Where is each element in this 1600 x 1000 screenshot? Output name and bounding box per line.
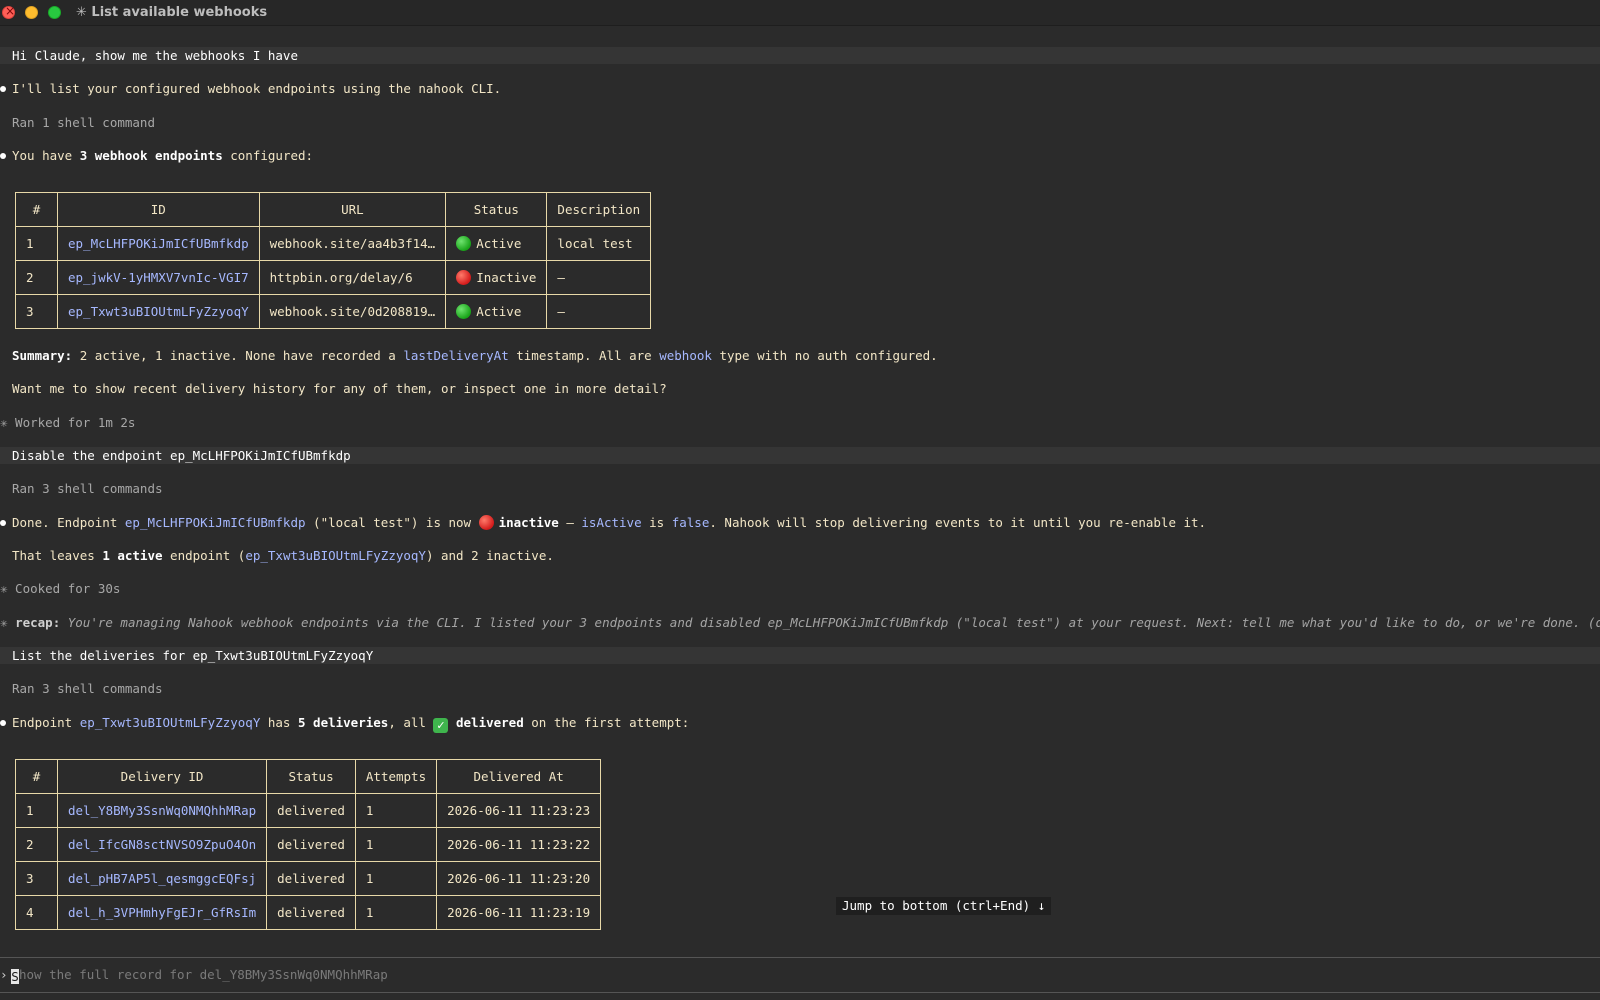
prompt-chevron-icon: › xyxy=(0,967,8,982)
cell-index: 2 xyxy=(15,260,58,295)
endpoints-table: # ID URL Status Description 1 ep_McLHFPO… xyxy=(15,192,652,329)
cell-attempts: 1 xyxy=(354,895,438,930)
cell-delivery-id: del_h_3VPHmhyFgEJr_GfRsIm xyxy=(56,895,268,930)
cell-status: Active xyxy=(445,294,548,329)
conversation-scroll-area[interactable]: Hi Claude, show me the webhooks I have I… xyxy=(0,26,1600,932)
cell-index: 1 xyxy=(15,226,58,261)
cell-attempts: 1 xyxy=(354,793,438,828)
bullet-icon xyxy=(0,520,6,526)
cell-delivered-at: 2026-06-11 11:23:23 xyxy=(436,793,602,828)
cooked-duration: ✳ Cooked for 30s xyxy=(0,581,121,596)
table-row: 1 del_Y8BMy3SsnWq0NMQhhMRap delivered 1 … xyxy=(15,793,602,828)
red-circle-icon xyxy=(456,270,472,285)
user-message: Disable the endpoint ep_McLHFPOKiJmICfUB… xyxy=(12,448,351,463)
bullet-icon xyxy=(0,720,6,726)
check-mark-icon: ✓ xyxy=(433,718,449,733)
cell-index: 1 xyxy=(15,793,58,828)
cell-attempts: 1 xyxy=(354,827,438,862)
title-bar: ✳ List available webhooks xyxy=(0,0,1600,26)
cell-index: 3 xyxy=(15,294,58,329)
column-header: Delivered At xyxy=(436,759,602,794)
column-header: Status xyxy=(445,192,548,227)
assistant-message: That leaves 1 active endpoint (ep_Txwt3u… xyxy=(12,548,554,563)
cell-endpoint-id: ep_McLHFPOKiJmICfUBmfkdp xyxy=(57,226,260,261)
tool-call-summary[interactable]: Ran 3 shell commands xyxy=(12,480,163,497)
cell-status: Active xyxy=(445,226,548,261)
cell-status: Inactive xyxy=(445,260,548,295)
cell-delivery-id: del_Y8BMy3SsnWq0NMQhhMRap xyxy=(56,793,268,828)
summary-text: Summary: 2 active, 1 inactive. None have… xyxy=(12,348,938,363)
cell-index: 3 xyxy=(15,861,58,896)
table-row: 2 del_IfcGN8sctNVSO9ZpuO4On delivered 1 … xyxy=(15,827,602,862)
column-header: Attempts xyxy=(354,759,438,794)
green-circle-icon xyxy=(456,304,472,319)
column-header: URL xyxy=(258,192,447,227)
message-input[interactable]: how the full record for del_Y8BMy3SsnWq0… xyxy=(19,967,388,982)
cell-index: 2 xyxy=(15,827,58,862)
jump-to-bottom-button[interactable]: Jump to bottom (ctrl+End) ↓ xyxy=(836,897,1052,915)
red-circle-icon xyxy=(478,515,494,530)
minimize-window-button[interactable] xyxy=(25,6,38,19)
table-row: 3 del_pHB7AP5l_qesmggcEQFsj delivered 1 … xyxy=(15,861,602,896)
window-title: ✳ List available webhooks xyxy=(76,5,268,20)
cell-status: delivered xyxy=(266,895,356,930)
message-input-area[interactable]: › S how the full record for del_Y8BMy3Ss… xyxy=(0,957,1600,993)
cell-description: local test xyxy=(546,226,652,261)
cell-url: webhook.site/0d208819… xyxy=(258,294,447,329)
table-row: 4 del_h_3VPHmhyFgEJr_GfRsIm delivered 1 … xyxy=(15,895,602,930)
column-header: # xyxy=(15,759,58,794)
cell-delivery-id: del_IfcGN8sctNVSO9ZpuO4On xyxy=(56,827,268,862)
text-cursor: S xyxy=(11,969,19,984)
tool-call-summary[interactable]: Ran 1 shell command xyxy=(12,114,155,131)
user-message: Hi Claude, show me the webhooks I have xyxy=(12,48,298,63)
green-circle-icon xyxy=(456,236,472,251)
assistant-message: Endpoint ep_Txwt3uBIOUtmLFyZzyoqY has 5 … xyxy=(12,715,690,733)
assistant-message: Done. Endpoint ep_McLHFPOKiJmICfUBmfkdp … xyxy=(12,515,1207,530)
cell-delivered-at: 2026-06-11 11:23:20 xyxy=(436,861,602,896)
column-header: ID xyxy=(57,192,260,227)
tool-call-summary[interactable]: Ran 3 shell commands xyxy=(12,680,163,697)
table-row: 1 ep_McLHFPOKiJmICfUBmfkdp webhook.site/… xyxy=(15,226,652,261)
bullet-icon xyxy=(0,86,6,92)
worked-duration: ✳ Worked for 1m 2s xyxy=(0,415,136,430)
cell-description: — xyxy=(546,294,652,329)
cell-url: webhook.site/aa4b3f14… xyxy=(258,226,447,261)
table-header-row: # Delivery ID Status Attempts Delivered … xyxy=(15,759,602,794)
column-header: # xyxy=(15,192,58,227)
cell-description: — xyxy=(546,260,652,295)
cell-endpoint-id: ep_Txwt3uBIOUtmLFyZzyoqY xyxy=(57,294,260,329)
assistant-question: Want me to show recent delivery history … xyxy=(12,381,667,396)
recap-line: ✳ recap: You're managing Nahook webhook … xyxy=(0,615,1600,630)
bullet-icon xyxy=(0,153,6,159)
column-header: Status xyxy=(266,759,356,794)
cell-endpoint-id: ep_jwkV-1yHMXV7vnIc-VGI7 xyxy=(57,260,260,295)
assistant-message: I'll list your configured webhook endpoi… xyxy=(12,81,502,96)
deliveries-table: # Delivery ID Status Attempts Delivered … xyxy=(15,759,602,930)
cell-status: delivered xyxy=(266,861,356,896)
cell-url: httpbin.org/delay/6 xyxy=(258,260,447,295)
cell-delivered-at: 2026-06-11 11:23:22 xyxy=(436,827,602,862)
table-header-row: # ID URL Status Description xyxy=(15,192,652,227)
table-row: 3 ep_Txwt3uBIOUtmLFyZzyoqY webhook.site/… xyxy=(15,294,652,329)
column-header: Description xyxy=(546,192,652,227)
close-window-button[interactable] xyxy=(2,4,15,19)
cell-index: 4 xyxy=(15,895,58,930)
cell-delivered-at: 2026-06-11 11:23:19 xyxy=(436,895,602,930)
cell-status: delivered xyxy=(266,827,356,862)
cell-attempts: 1 xyxy=(354,861,438,896)
table-row: 2 ep_jwkV-1yHMXV7vnIc-VGI7 httpbin.org/d… xyxy=(15,260,652,295)
assistant-message: You have 3 webhook endpoints configured: xyxy=(12,148,314,163)
cell-delivery-id: del_pHB7AP5l_qesmggcEQFsj xyxy=(56,861,268,896)
cell-status: delivered xyxy=(266,793,356,828)
column-header: Delivery ID xyxy=(56,759,268,794)
zoom-window-button[interactable] xyxy=(48,6,61,19)
user-message: List the deliveries for ep_Txwt3uBIOUtmL… xyxy=(12,648,374,663)
